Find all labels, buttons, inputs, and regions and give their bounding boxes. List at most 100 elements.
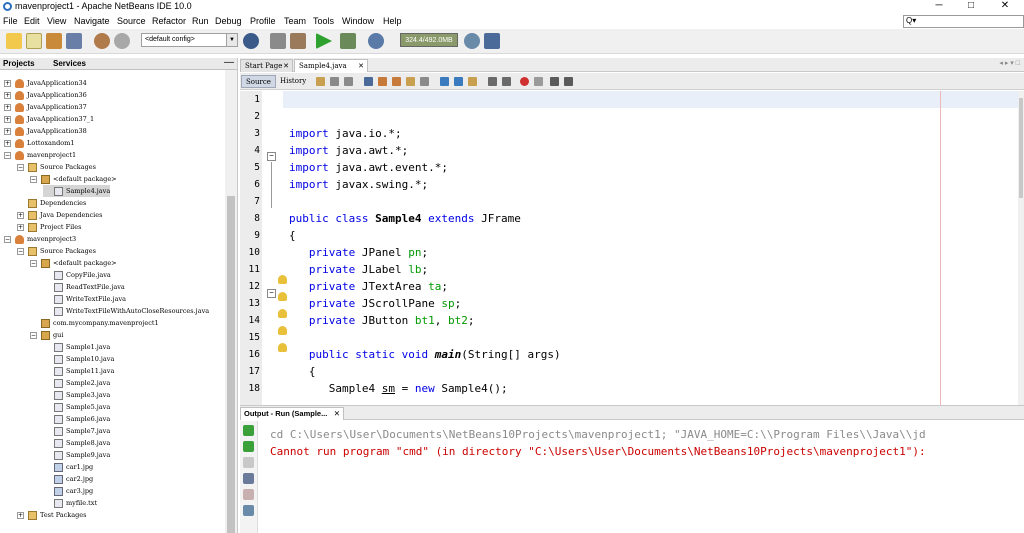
tree-item[interactable]: Sample7.java	[43, 425, 110, 437]
expand-icon[interactable]: +	[17, 223, 24, 231]
prev-bookmark-icon[interactable]	[440, 77, 449, 86]
find-selection-icon[interactable]	[406, 77, 415, 86]
redo-icon[interactable]	[114, 33, 130, 49]
collapse-icon[interactable]: −	[4, 151, 11, 159]
expand-icon[interactable]: +	[4, 103, 11, 111]
profile-icon[interactable]	[368, 33, 384, 49]
tree-item[interactable]: + JavaApplication37_1	[4, 113, 94, 125]
output-text[interactable]: cd C:\Users\User\Documents\NetBeans10Pro…	[270, 426, 1020, 526]
run-next-icon[interactable]	[243, 457, 254, 468]
last-edit-icon[interactable]	[316, 77, 325, 86]
collapse-icon[interactable]: −	[30, 175, 37, 183]
tree-item[interactable]: + JavaApplication38	[4, 125, 87, 137]
tree-item[interactable]: WriteTextFileWithAutoCloseResources.java	[43, 305, 209, 317]
tree-item[interactable]: + Lottoxandom1	[4, 137, 74, 149]
find-next-icon[interactable]	[392, 77, 401, 86]
tree-item[interactable]: Sample11.java	[43, 365, 114, 377]
next-bookmark-icon[interactable]	[454, 77, 463, 86]
open-project-icon[interactable]	[46, 33, 62, 49]
menu-team[interactable]: Team	[284, 16, 306, 26]
tree-item[interactable]: Sample6.java	[43, 413, 110, 425]
menu-help[interactable]: Help	[383, 16, 402, 26]
options-icon[interactable]	[243, 505, 254, 516]
search-input[interactable]: Q▾	[903, 15, 1024, 28]
close-button[interactable]: ✕	[990, 0, 1020, 14]
tree-item[interactable]: Sample1.java	[43, 341, 110, 353]
debug-icon[interactable]	[340, 33, 356, 49]
scrollbar-thumb[interactable]	[227, 196, 235, 533]
minimize-button[interactable]: ─	[924, 0, 954, 14]
tree-item[interactable]: + JavaApplication37	[4, 101, 87, 113]
tree-item[interactable]: ReadTextFile.java	[43, 281, 125, 293]
menu-window[interactable]: Window	[342, 16, 374, 26]
toggle-bookmark-icon[interactable]	[468, 77, 477, 86]
fold-toggle-icon[interactable]: −	[267, 289, 276, 298]
gc-icon[interactable]	[464, 33, 480, 49]
build-icon[interactable]	[270, 33, 286, 49]
shift-left-icon[interactable]	[488, 77, 497, 86]
collapse-icon[interactable]: −	[17, 163, 24, 171]
undo-icon[interactable]	[94, 33, 110, 49]
code-area[interactable]: import java.io.*; import java.awt.*; impor…	[283, 91, 1018, 405]
menu-debug[interactable]: Debug	[215, 16, 242, 26]
save-all-icon[interactable]	[66, 33, 82, 49]
tree-item[interactable]: com.mycompany.mavenproject1	[30, 317, 159, 329]
tree-item[interactable]: − <default package>	[30, 257, 117, 269]
tree-item[interactable]: car1.jpg	[43, 461, 93, 473]
menu-navigate[interactable]: Navigate	[74, 16, 110, 26]
tree-item[interactable]: + Test Packages	[17, 509, 86, 521]
tree-item[interactable]: Sample4.java	[43, 185, 111, 197]
close-tab-icon[interactable]: ✕	[334, 408, 340, 420]
config-select[interactable]: <default config> ▼	[141, 33, 238, 47]
tree-item[interactable]: WriteTextFile.java	[43, 293, 126, 305]
menu-profile[interactable]: Profile	[250, 16, 276, 26]
expand-icon[interactable]: +	[4, 79, 11, 87]
maximize-button[interactable]: □	[956, 0, 986, 14]
tree-item[interactable]: + JavaApplication34	[4, 77, 87, 89]
tree-item[interactable]: − gui	[30, 329, 63, 341]
tree-item[interactable]: − Source Packages	[17, 161, 96, 173]
editor-nav-controls[interactable]: ◂ ▸ ▾ □	[999, 59, 1020, 67]
menu-view[interactable]: View	[47, 16, 66, 26]
find-icon[interactable]	[364, 77, 373, 86]
expand-icon[interactable]: +	[17, 511, 24, 519]
tab-sample4-java[interactable]: Sample4.java ✕	[294, 59, 368, 72]
source-mode-button[interactable]: Source	[241, 75, 276, 88]
back-icon[interactable]	[330, 77, 339, 86]
forward-icon[interactable]	[344, 77, 353, 86]
editor-scrollbar[interactable]	[1018, 91, 1024, 405]
tree-item[interactable]: Sample8.java	[43, 437, 110, 449]
minimize-panel-button[interactable]: —	[224, 58, 234, 68]
tree-item[interactable]: + Project Files	[17, 221, 81, 233]
expand-icon[interactable]: +	[17, 211, 24, 219]
expand-icon[interactable]: +	[4, 127, 11, 135]
collapse-icon[interactable]: −	[4, 235, 11, 243]
new-file-icon[interactable]	[26, 33, 42, 49]
new-project-icon[interactable]	[6, 33, 22, 49]
tree-item[interactable]: car3.jpg	[43, 485, 93, 497]
collapse-icon[interactable]: −	[30, 331, 37, 339]
tree-item[interactable]: − <default package>	[30, 173, 117, 185]
tree-item[interactable]: Sample3.java	[43, 389, 110, 401]
shift-right-icon[interactable]	[502, 77, 511, 86]
tree-item[interactable]: Sample2.java	[43, 377, 110, 389]
globe-icon[interactable]	[243, 33, 259, 49]
menu-tools[interactable]: Tools	[313, 16, 334, 26]
comment-icon[interactable]	[550, 77, 559, 86]
find-prev-icon[interactable]	[378, 77, 387, 86]
fold-toggle-icon[interactable]: −	[267, 152, 276, 161]
tab-services[interactable]: Services	[53, 59, 86, 68]
tree-item[interactable]: + JavaApplication36	[4, 89, 87, 101]
expand-icon[interactable]: +	[4, 115, 11, 123]
tree-item[interactable]: Dependencies	[17, 197, 86, 209]
tree-item[interactable]: − mavenproject1	[4, 149, 76, 161]
rerun-icon[interactable]	[243, 425, 254, 436]
run-icon[interactable]	[316, 33, 332, 49]
tree-item[interactable]: Sample5.java	[43, 401, 110, 413]
settings-icon[interactable]	[243, 473, 254, 484]
uncomment-icon[interactable]	[564, 77, 573, 86]
tree-item[interactable]: car2.jpg	[43, 473, 93, 485]
tree-item[interactable]: − Source Packages	[17, 245, 96, 257]
memory-gauge[interactable]: 324.4/492.0MB	[400, 33, 458, 47]
stop-icon[interactable]	[243, 489, 254, 500]
